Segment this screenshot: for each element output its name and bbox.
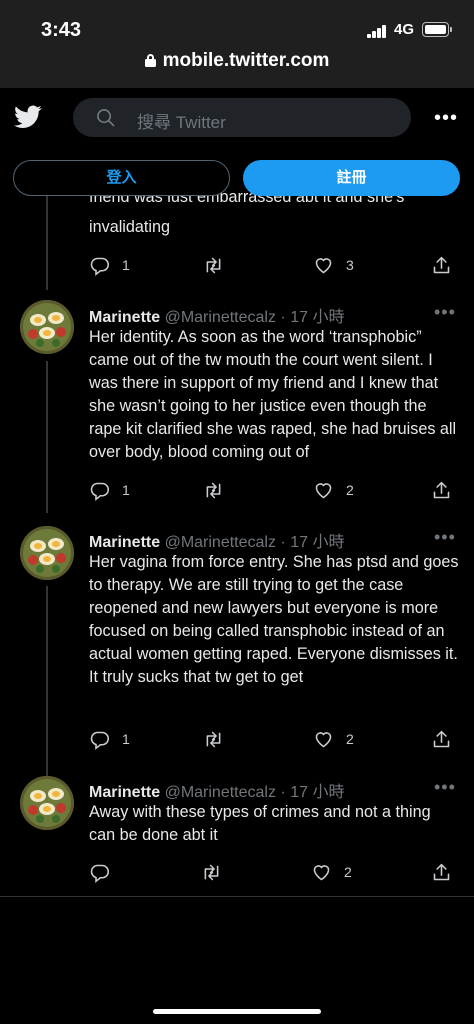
author-handle[interactable]: @Marinettecalz bbox=[165, 309, 276, 326]
reply-icon bbox=[90, 257, 110, 276]
avatar[interactable] bbox=[20, 776, 74, 830]
author-name[interactable]: Marinette bbox=[89, 784, 160, 801]
feed-divider bbox=[0, 896, 474, 897]
signup-button[interactable]: 註冊 bbox=[243, 160, 460, 196]
tweet-time[interactable]: · 17 小時 bbox=[280, 784, 344, 801]
tweet-header: Marinette @Marinettecalz · 17 小時 bbox=[89, 303, 344, 327]
tweet-more-icon[interactable]: ••• bbox=[434, 527, 456, 548]
avatar[interactable] bbox=[20, 300, 74, 354]
search-placeholder: 搜尋 Twitter bbox=[137, 113, 226, 132]
retweet-icon bbox=[206, 482, 221, 498]
author-handle[interactable]: @Marinettecalz bbox=[165, 534, 276, 551]
avatar-food-image bbox=[20, 526, 74, 580]
tweet-text: Away with these types of crimes and not … bbox=[89, 803, 431, 844]
tweet-more-icon[interactable]: ••• bbox=[434, 777, 456, 798]
share-icon bbox=[433, 256, 450, 273]
reply-button[interactable]: 1 bbox=[89, 479, 130, 501]
heart-icon bbox=[315, 257, 332, 273]
tweet-header: Marinette @Marinettecalz · 17 小時 bbox=[89, 778, 344, 802]
address-bar[interactable]: mobile.twitter.com bbox=[0, 50, 474, 72]
retweet-button[interactable] bbox=[201, 861, 222, 883]
share-icon bbox=[433, 730, 450, 747]
like-count: 3 bbox=[346, 257, 354, 273]
tweet-text: Her identity. As soon as the word ‘trans… bbox=[89, 328, 457, 461]
signal-icon bbox=[367, 25, 387, 38]
like-button[interactable]: 2 bbox=[313, 728, 354, 750]
retweet-button[interactable] bbox=[203, 479, 224, 501]
reply-icon bbox=[90, 731, 110, 750]
tweet-header: Marinette @Marinettecalz · 17 小時 bbox=[89, 528, 344, 552]
tweet-actions: 1 2 bbox=[89, 479, 459, 503]
avatar-food-image bbox=[20, 776, 74, 830]
search-icon bbox=[97, 109, 115, 127]
tweet-time[interactable]: · 17 小時 bbox=[280, 534, 344, 551]
tweet-actions: 1 3 bbox=[89, 254, 459, 278]
reply-icon bbox=[90, 864, 110, 883]
author-name[interactable]: Marinette bbox=[89, 309, 160, 326]
lock-icon bbox=[144, 54, 156, 67]
retweet-button[interactable] bbox=[203, 254, 224, 276]
login-button[interactable]: 登入 bbox=[13, 160, 230, 196]
reply-icon bbox=[90, 482, 110, 501]
retweet-icon bbox=[206, 731, 221, 747]
like-count: 2 bbox=[344, 864, 352, 880]
tweet-text: invalidating bbox=[89, 218, 170, 236]
twitter-bird-icon[interactable] bbox=[14, 105, 42, 129]
more-options-icon[interactable]: ••• bbox=[434, 108, 458, 128]
twitter-header: 搜尋 Twitter ••• bbox=[0, 88, 474, 148]
tweet[interactable]: Marinette @Marinettecalz · 17 小時 ••• Awa… bbox=[0, 770, 474, 895]
share-icon bbox=[433, 863, 450, 880]
like-count: 2 bbox=[346, 731, 354, 747]
home-indicator bbox=[153, 1009, 321, 1014]
like-button[interactable]: 2 bbox=[313, 479, 354, 501]
heart-icon bbox=[315, 731, 332, 747]
tweet[interactable]: Marinette @Marinettecalz · 17 小時 ••• Her… bbox=[0, 521, 474, 771]
tweet-actions: 1 2 bbox=[89, 728, 459, 752]
network-type: 4G bbox=[394, 21, 415, 38]
like-count: 2 bbox=[346, 482, 354, 498]
battery-icon bbox=[422, 22, 452, 37]
like-button[interactable]: 2 bbox=[311, 861, 352, 883]
reply-button[interactable]: 1 bbox=[89, 254, 130, 276]
share-icon bbox=[433, 481, 450, 498]
avatar[interactable] bbox=[20, 526, 74, 580]
heart-icon bbox=[313, 864, 330, 880]
reply-count: 1 bbox=[122, 482, 130, 498]
share-button[interactable] bbox=[431, 479, 452, 501]
retweet-icon bbox=[204, 864, 219, 880]
share-button[interactable] bbox=[431, 861, 452, 883]
author-name[interactable]: Marinette bbox=[89, 534, 160, 551]
avatar-food-image bbox=[20, 300, 74, 354]
tweet-more-icon[interactable]: ••• bbox=[434, 302, 456, 323]
reply-button[interactable] bbox=[89, 861, 110, 883]
tweet-partial[interactable]: friend was just embarrassed abt it and s… bbox=[0, 191, 474, 286]
url-text: mobile.twitter.com bbox=[162, 50, 330, 71]
tweet-actions: 2 bbox=[89, 861, 459, 885]
status-bar: 3:43 4G mobile.twitter.com bbox=[0, 0, 474, 88]
status-time: 3:43 bbox=[41, 19, 82, 41]
reply-count: 1 bbox=[122, 731, 130, 747]
share-button[interactable] bbox=[431, 254, 452, 276]
reply-button[interactable]: 1 bbox=[89, 728, 130, 750]
tweet[interactable]: Marinette @Marinettecalz · 17 小時 ••• Her… bbox=[0, 296, 474, 516]
like-button[interactable]: 3 bbox=[313, 254, 354, 276]
reply-count: 1 bbox=[122, 257, 130, 273]
retweet-icon bbox=[206, 257, 221, 273]
retweet-button[interactable] bbox=[203, 728, 224, 750]
share-button[interactable] bbox=[431, 728, 452, 750]
search-input[interactable]: 搜尋 Twitter bbox=[73, 98, 411, 137]
heart-icon bbox=[315, 482, 332, 498]
author-handle[interactable]: @Marinettecalz bbox=[165, 784, 276, 801]
tweet-text: Her vagina from force entry. She has pts… bbox=[89, 553, 459, 686]
tweet-time[interactable]: · 17 小時 bbox=[280, 309, 344, 326]
